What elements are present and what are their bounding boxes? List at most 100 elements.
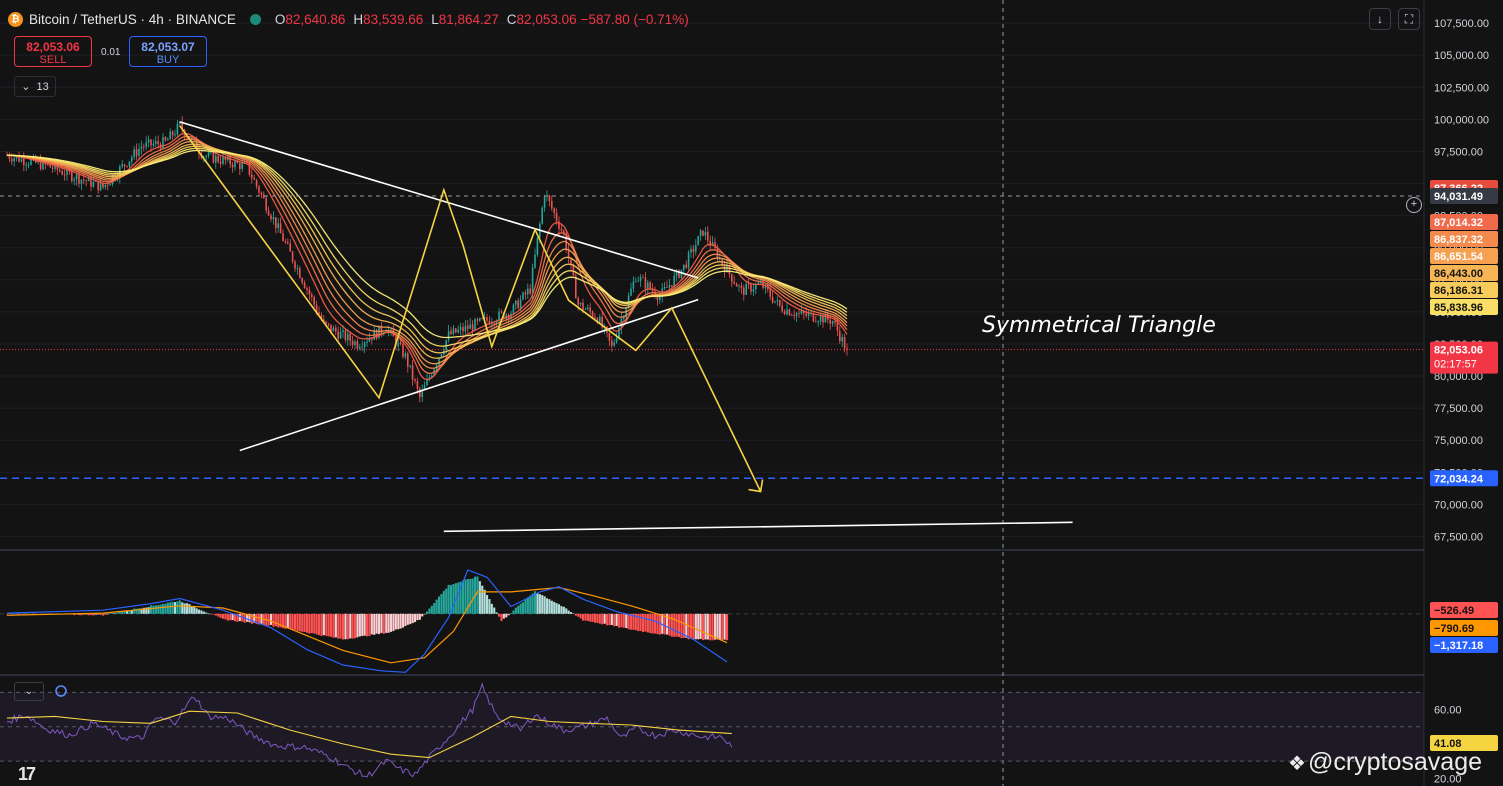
macd-histogram-bar	[457, 582, 460, 614]
candle-body	[267, 210, 270, 216]
macd-histogram-bar	[366, 613, 369, 637]
candle-body	[205, 156, 207, 158]
price-tick-label: 75,000.00	[1434, 435, 1483, 447]
macd-histogram-bar	[106, 613, 109, 615]
macd-histogram-bar	[404, 613, 407, 627]
macd-histogram-bar	[627, 613, 630, 630]
candle-body	[155, 141, 157, 144]
macd-histogram-bar	[538, 594, 541, 614]
candle-body	[635, 281, 637, 283]
symbol-title[interactable]: Bitcoin / TetherUS · 4h · BINANCE	[29, 12, 236, 27]
download-icon: ↓	[1377, 12, 1383, 26]
candle-body	[344, 330, 347, 341]
macd-histogram-bar	[334, 613, 337, 638]
candle-body	[527, 288, 529, 295]
candle-body	[464, 325, 467, 332]
macd-histogram-bar	[339, 613, 342, 639]
target-price-label: 72,034.24	[1434, 473, 1484, 485]
macd-histogram-bar	[320, 613, 323, 636]
macd-histogram-bar	[152, 605, 155, 614]
candle-body	[301, 278, 303, 283]
macd-histogram-bar	[675, 613, 678, 637]
candle-body	[728, 265, 731, 275]
macd-histogram-bar	[452, 584, 455, 614]
candle-body	[133, 149, 135, 158]
macd-histogram-bar	[358, 613, 361, 637]
macd-histogram-bar	[286, 613, 289, 629]
macd-histogram-bar	[699, 613, 702, 639]
candle-body	[522, 292, 524, 300]
fullscreen-button[interactable]: ⛶	[1398, 8, 1420, 30]
candle-body	[126, 165, 128, 167]
market-status-icon	[249, 13, 261, 25]
candle-body	[587, 307, 589, 310]
candle-body	[690, 248, 692, 253]
fullscreen-icon: ⛶	[1404, 11, 1414, 26]
candle-body	[61, 171, 63, 175]
sell-button[interactable]: 82,053.06 SELL	[14, 36, 92, 67]
candle-body	[275, 217, 277, 229]
candle-body	[455, 328, 457, 333]
candle-body	[409, 365, 411, 367]
macd-pane	[0, 569, 1424, 673]
candle-body	[107, 184, 109, 186]
chevron-down-icon: ⌄	[21, 81, 31, 93]
ema-line	[7, 145, 848, 354]
candle-body	[337, 331, 339, 339]
candle-body	[630, 288, 632, 296]
candle-body	[145, 142, 147, 147]
macd-histogram-bar	[644, 613, 647, 632]
candle-body	[471, 324, 474, 331]
candle-body	[459, 327, 462, 330]
macd-histogram-bar	[574, 613, 577, 616]
candle-body	[284, 241, 287, 243]
macd-histogram-bar	[582, 613, 585, 621]
macd-histogram-bar	[188, 604, 191, 614]
candle-body	[174, 134, 176, 136]
candle-body	[59, 169, 61, 172]
macd-histogram-bar	[486, 594, 489, 614]
add-alert-button[interactable]: +	[1406, 197, 1422, 213]
candle-body	[23, 158, 25, 165]
candle-body	[656, 296, 659, 300]
macd-histogram-bar	[25, 613, 28, 615]
candle-body	[639, 277, 642, 281]
candle-body	[695, 245, 697, 252]
candle-body	[123, 164, 126, 166]
macd-histogram-bar	[104, 613, 107, 615]
candle-body	[819, 315, 822, 322]
candle-body	[738, 285, 740, 287]
candle-body	[279, 223, 282, 234]
macd-histogram-bar	[164, 603, 167, 614]
macd-histogram-bar	[94, 613, 97, 615]
macd-histogram-bar	[159, 604, 162, 614]
candle-body	[11, 158, 13, 162]
watermark: ❖@cryptosavage	[1288, 748, 1482, 777]
macd-histogram-bar	[166, 602, 169, 614]
indicators-toggle[interactable]: ⌄ 13	[14, 76, 56, 97]
candle-body	[594, 316, 596, 319]
candle-body	[486, 317, 488, 321]
ema-value-label: 86,443.00	[1434, 268, 1483, 280]
candle-body	[577, 298, 579, 305]
candle-body	[783, 311, 786, 315]
macd-histogram-bar	[238, 613, 241, 622]
macd-histogram-bar	[294, 613, 297, 630]
macd-histogram-bar	[714, 613, 717, 640]
macd-histogram-bar	[625, 613, 628, 629]
candle-body	[582, 302, 584, 310]
rsi-pane-toggle[interactable]: ⌄	[14, 682, 44, 701]
candle-body	[452, 328, 455, 335]
macd-histogram-bar	[577, 613, 580, 617]
buy-button[interactable]: 82,053.07 BUY	[129, 36, 207, 67]
candle-body	[659, 296, 661, 300]
candle-body	[217, 155, 219, 162]
candle-body	[553, 208, 555, 213]
macd-histogram-bar	[370, 613, 373, 635]
candle-body	[623, 317, 625, 319]
macd-histogram-bar	[229, 613, 232, 621]
macd-histogram-bar	[630, 613, 633, 630]
download-button[interactable]: ↓	[1369, 8, 1391, 30]
chart-canvas[interactable]: Symmetrical Triangle 107,500.00 105,000.0…	[0, 0, 1503, 786]
price-tick-label: 77,500.00	[1434, 403, 1483, 415]
